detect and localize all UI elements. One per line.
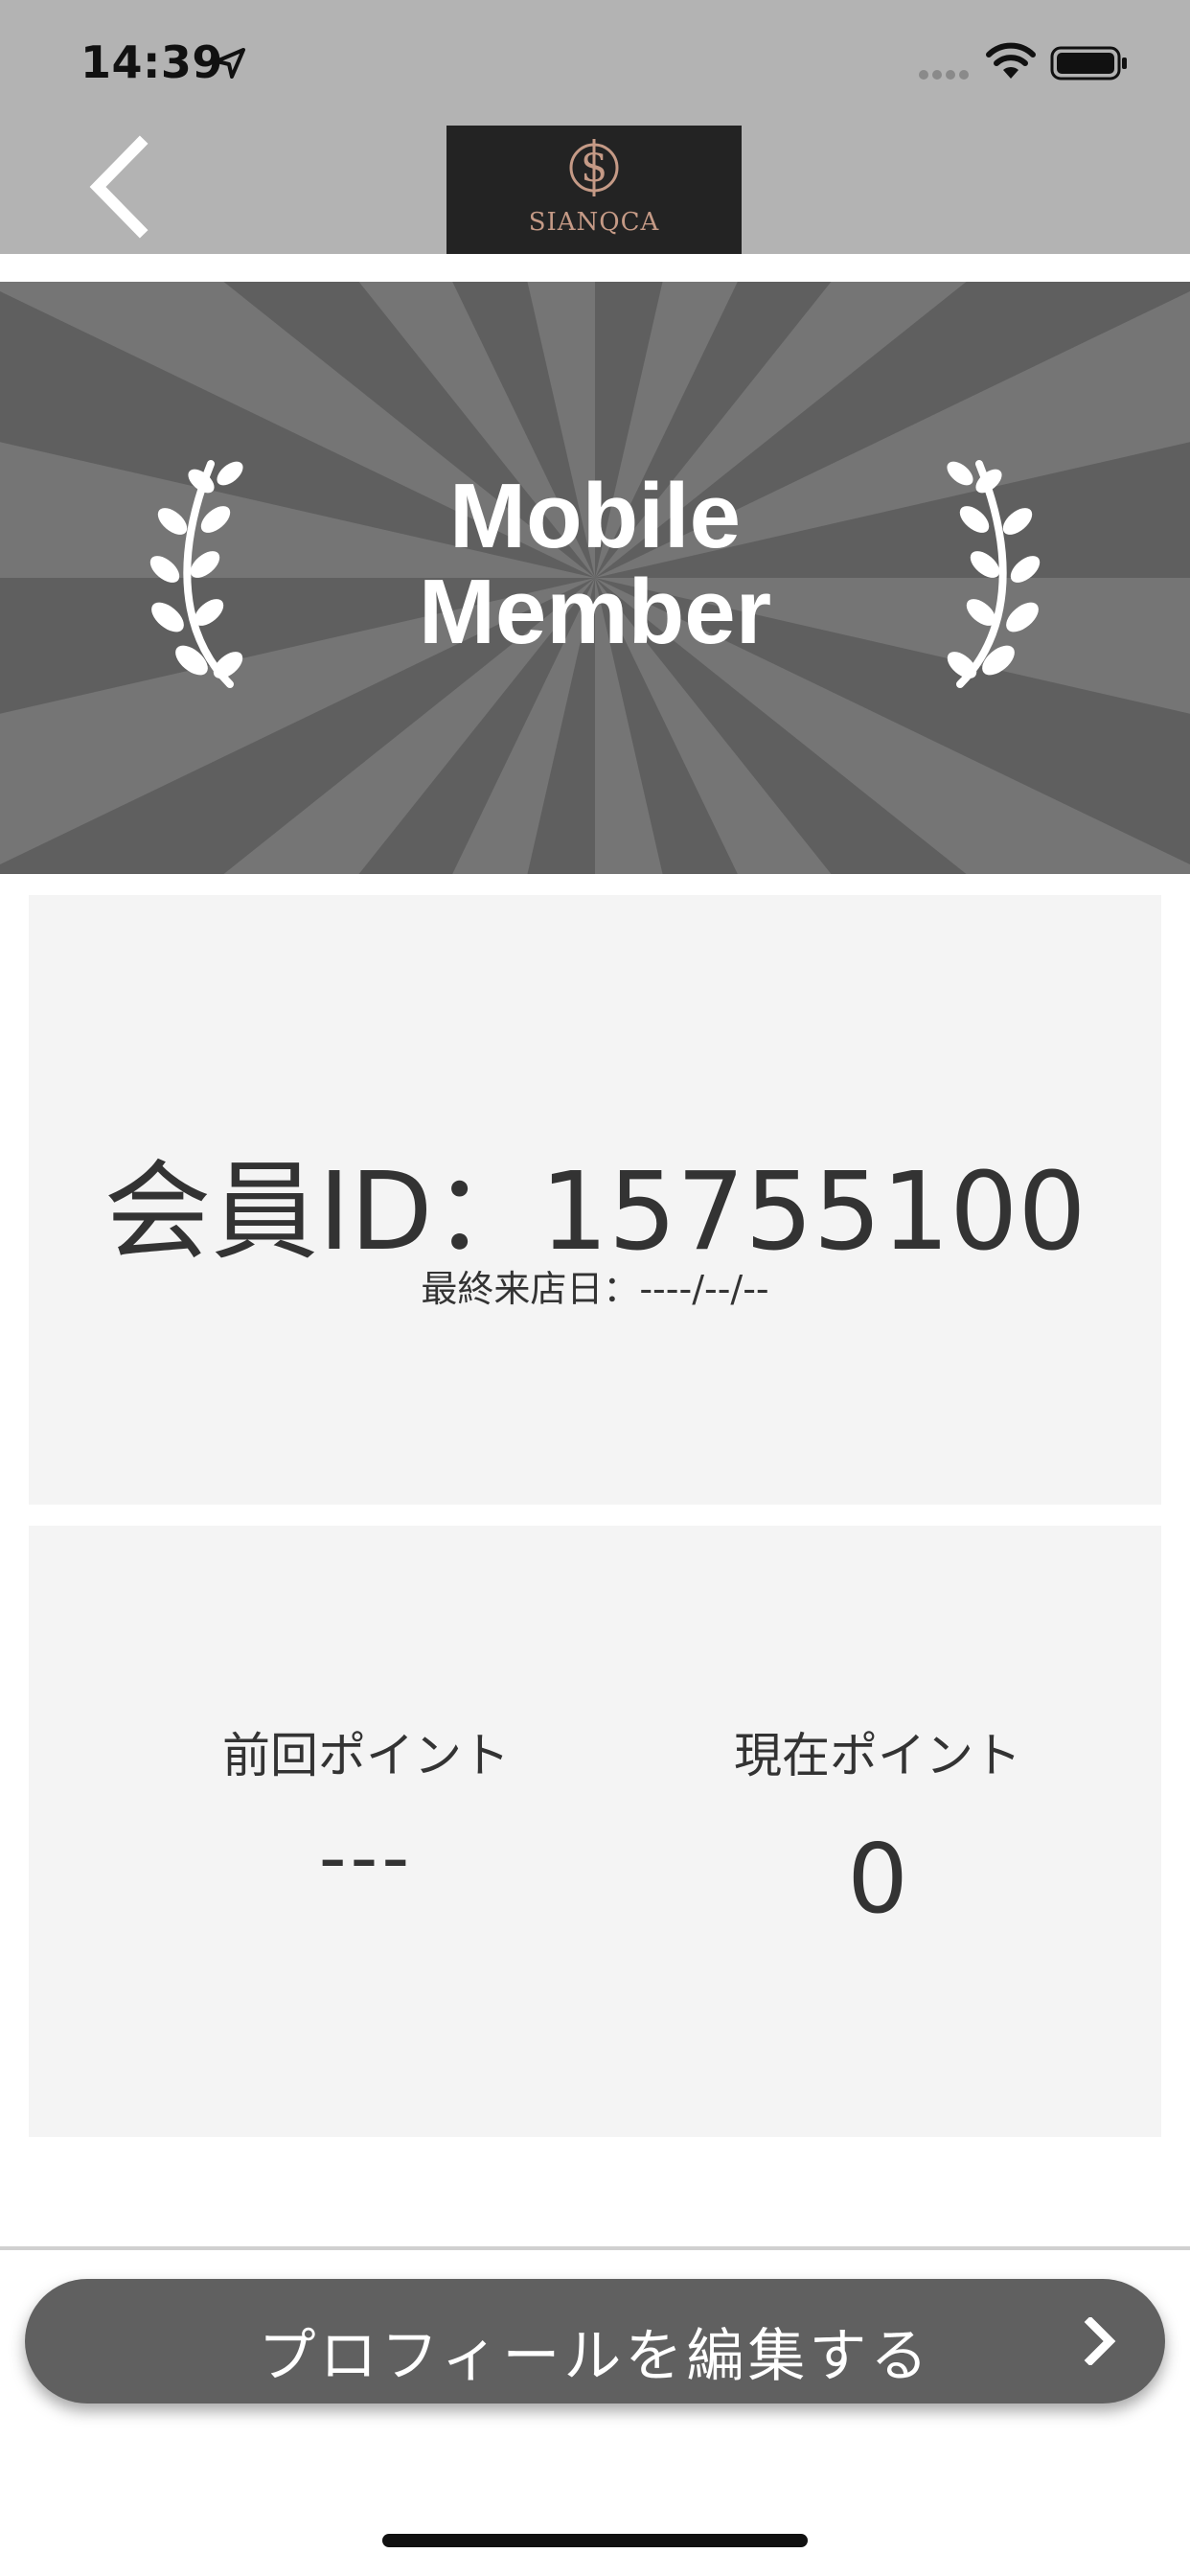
location-arrow-icon bbox=[215, 48, 245, 79]
previous-points-label: 前回ポイント bbox=[222, 1728, 510, 1783]
last-visit-date: 最終来店日：----/--/-- bbox=[421, 1268, 769, 1310]
logo-wordmark: SIANQCA bbox=[528, 208, 660, 237]
previous-points-value: --- bbox=[318, 1813, 414, 1902]
brand-logo: S SIANQCA bbox=[446, 126, 742, 254]
member-id-panel: 会員ID：15755100 最終来店日：----/--/-- bbox=[29, 895, 1161, 1505]
logo-emblem: S bbox=[569, 139, 619, 196]
member-id: 会員ID：15755100 bbox=[103, 1150, 1087, 1275]
battery-icon bbox=[1050, 46, 1127, 80]
wifi-icon bbox=[986, 42, 1036, 79]
edit-profile-button[interactable]: プロフィールを編集する bbox=[25, 2279, 1165, 2404]
chevron-right-icon bbox=[1084, 2317, 1116, 2365]
member-banner: Mobile Member bbox=[0, 282, 1190, 874]
home-indicator bbox=[382, 2534, 808, 2547]
banner-title: Mobile Member bbox=[0, 469, 1190, 660]
bottom-divider bbox=[0, 2246, 1190, 2250]
app-header: 14:39 S SIANQCA bbox=[0, 0, 1190, 254]
banner-title-line2: Member bbox=[418, 561, 772, 663]
current-points-value: 0 bbox=[847, 1823, 908, 1935]
chevron-left-icon[interactable] bbox=[80, 134, 157, 240]
edit-profile-label: プロフィールを編集する bbox=[258, 2323, 932, 2390]
status-time: 14:39 bbox=[80, 36, 223, 88]
banner-title-line1: Mobile bbox=[449, 465, 741, 567]
current-points-label: 現在ポイント bbox=[734, 1728, 1021, 1783]
points-panel: 前回ポイント --- 現在ポイント 0 bbox=[29, 1526, 1161, 2137]
cellular-signal-icon bbox=[919, 70, 969, 80]
